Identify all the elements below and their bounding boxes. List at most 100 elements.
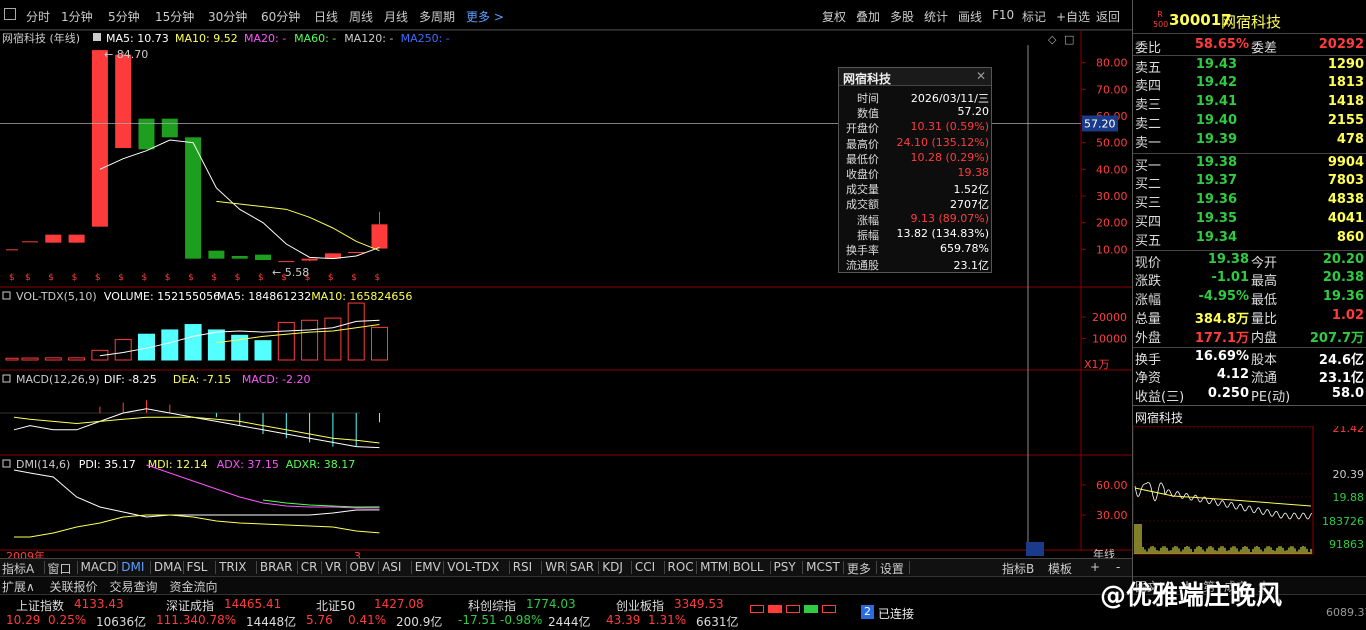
square-icon: □ <box>1064 33 1074 46</box>
indicator-tab-4[interactable]: DMA <box>154 560 182 574</box>
indicator-tab-17[interactable]: KDJ <box>602 560 623 574</box>
indicator-tab-12[interactable]: EMV <box>415 560 441 574</box>
vol-tick-label: 20000 <box>1092 311 1127 324</box>
extension-tab-2[interactable]: 交易查询 <box>110 578 158 595</box>
ex-right-marker: $ <box>9 273 15 283</box>
ex-right-marker: $ <box>235 273 241 283</box>
period-tab-1[interactable]: 1分钟 <box>61 8 93 25</box>
indicator-tab-3[interactable]: DMI <box>121 560 144 574</box>
toolbar-action-5[interactable]: F10 <box>992 8 1014 22</box>
extension-tab-1[interactable]: 关联报价 <box>50 578 98 595</box>
toolbar-action-6[interactable]: 标记 <box>1022 8 1046 25</box>
indicator-tab-21[interactable]: BOLL <box>733 560 764 574</box>
price-tick-label: 70.00 <box>1096 83 1128 96</box>
indicator-tab-7[interactable]: BRAR <box>260 560 293 574</box>
indicator-right-2[interactable]: + <box>1090 560 1100 574</box>
chart-title: 网宿科技 (年线) <box>2 31 80 45</box>
indicator-tab-2[interactable]: MACD <box>81 560 117 574</box>
index-pct: 0.78% <box>198 613 237 627</box>
buy-price: 19.35 <box>1195 211 1237 226</box>
indicator-tab-15[interactable]: WR <box>545 560 565 574</box>
period-tab-3[interactable]: 15分钟 <box>155 8 194 25</box>
period-tab-6[interactable]: 日线 <box>314 8 338 25</box>
sell-price: 19.42 <box>1195 75 1237 90</box>
candle <box>22 241 38 243</box>
popup-key: 流通股 <box>846 259 879 273</box>
sell-price: 19.39 <box>1195 132 1237 147</box>
indicator-tab-25[interactable]: 设置 <box>880 560 904 577</box>
popup-key: 开盘价 <box>846 122 879 136</box>
popup-row: 振幅 13.82 (134.83%) <box>839 227 993 242</box>
extension-tab-3[interactable]: 资金流向 <box>170 578 218 595</box>
toolbar-action-0[interactable]: 复权 <box>822 8 846 25</box>
indicator-tab-1[interactable]: 窗口 <box>48 560 72 577</box>
volume-bar <box>114 339 132 361</box>
mdi-line <box>14 514 380 538</box>
candle <box>91 50 108 227</box>
index-change: -17.51 <box>458 613 497 627</box>
macd-legend-0: MACD(12,26,9) <box>16 373 100 386</box>
period-tab-5[interactable]: 60分钟 <box>261 8 300 25</box>
quote-label2: 内盘 <box>1251 331 1278 346</box>
period-tab-10[interactable]: 更多 > <box>466 8 504 25</box>
indicator-tab-19[interactable]: ROC <box>668 560 694 574</box>
toolbar-action-8[interactable]: 返回 <box>1096 8 1120 25</box>
period-tab-0[interactable]: 分时 <box>26 8 50 25</box>
low-label: ← 5.58 <box>272 266 309 279</box>
indicator-tab-18[interactable]: CCI <box>635 560 655 574</box>
indicator-right-1[interactable]: 模板 <box>1048 560 1072 577</box>
buy-qty: 9904 <box>1327 155 1364 170</box>
indicator-tab-24[interactable]: 更多 <box>847 560 871 577</box>
buy-label: 买三 <box>1135 196 1162 211</box>
popup-key: 最低价 <box>846 152 879 166</box>
toolbar-action-4[interactable]: 画线 <box>958 8 982 25</box>
indicator-tab-6[interactable]: TRIX <box>219 560 246 574</box>
indicator-tab-0[interactable]: 指标A <box>2 560 34 577</box>
indicator-tab-16[interactable]: SAR <box>570 560 594 574</box>
period-tab-7[interactable]: 周线 <box>349 8 373 25</box>
close-icon[interactable]: ✕ <box>976 69 986 83</box>
toolbar-action-7[interactable]: +自选 <box>1056 8 1090 25</box>
period-tab-2[interactable]: 5分钟 <box>108 8 140 25</box>
connection-badge[interactable]: 2 <box>861 605 874 619</box>
volume-bar <box>5 357 19 361</box>
period-tab-9[interactable]: 多周期 <box>419 8 455 25</box>
ma5-line <box>99 139 380 260</box>
toolbar-action-2[interactable]: 多股 <box>890 8 914 25</box>
top-toolbar: 分时 1分钟 5分钟 15分钟 30分钟 60分钟 日线 周线 月线 多周期 更多 > 复权 叠加 多股… <box>0 0 1132 30</box>
sell-qty: 1290 <box>1327 57 1364 72</box>
indicator-tab-11[interactable]: ASI <box>382 560 401 574</box>
popup-row: 换手率 659.78% <box>839 242 993 257</box>
index-change: 5.76 <box>306 613 333 627</box>
indicator-right-3[interactable]: - <box>1116 560 1120 574</box>
indicator-tab-13[interactable]: VOL-TDX <box>447 560 499 574</box>
index-pct: 0.25% <box>48 613 87 627</box>
menu-icon[interactable] <box>4 8 16 20</box>
indicator-tab-5[interactable]: FSL <box>187 560 208 574</box>
mini-chart[interactable]: 网宿科技 21.42 20.39 19.88 183726 91863 <box>1133 405 1366 575</box>
popup-row: 成交额 2707亿 <box>839 196 993 211</box>
indicator-tab-8[interactable]: CR <box>301 560 318 574</box>
toolbar-action-1[interactable]: 叠加 <box>856 8 880 25</box>
buy-level: 买五 19.34 860 <box>1133 229 1366 249</box>
indicator-tab-22[interactable]: PSY <box>774 560 796 574</box>
dmi-legend-4: ADXR: 38.17 <box>286 458 356 471</box>
popup-row: 流通股 23.1亿 <box>839 257 993 272</box>
indicator-tab-20[interactable]: MTM <box>700 560 728 574</box>
indicator-tab-9[interactable]: VR <box>325 560 342 574</box>
indicator-right-0[interactable]: 指标B <box>1002 560 1034 577</box>
index-amount: 2444亿 <box>548 615 591 629</box>
extension-tab-0[interactable]: 扩展∧ <box>2 578 35 595</box>
period-tab-8[interactable]: 月线 <box>384 8 408 25</box>
indicator-tab-10[interactable]: OBV <box>350 560 376 574</box>
period-tab-4[interactable]: 30分钟 <box>208 8 247 25</box>
index-name: 上证指数 <box>16 599 65 613</box>
crosshair-value: 57.20 <box>1084 117 1116 130</box>
mini-tick: 91863 <box>1329 538 1364 551</box>
candle <box>348 252 365 253</box>
index-name: 创业板指 <box>616 599 665 613</box>
toolbar-action-3[interactable]: 统计 <box>924 8 948 25</box>
candle <box>371 224 388 249</box>
indicator-tab-23[interactable]: MCST <box>806 560 840 574</box>
indicator-tab-14[interactable]: RSI <box>513 560 533 574</box>
